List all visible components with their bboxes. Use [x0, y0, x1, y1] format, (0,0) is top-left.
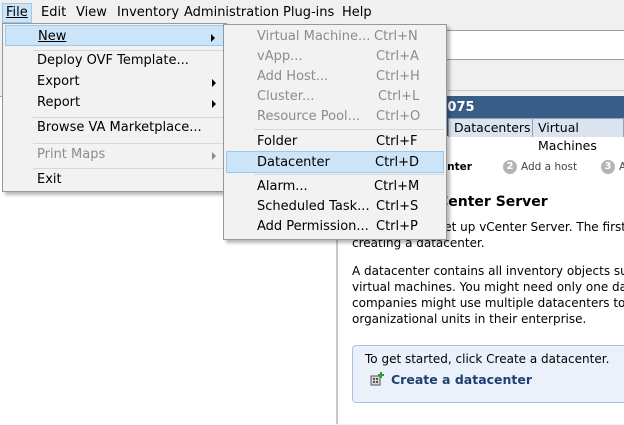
description-line-3: companies might use multiple datacenters…: [352, 296, 624, 310]
file-menu: New Deploy OVF Template... Export Report…: [2, 23, 227, 192]
menu-item-deploy-ovf[interactable]: Deploy OVF Template...: [5, 50, 224, 72]
description-line-2: virtual machines. You might need only on…: [352, 280, 624, 294]
menu-edit[interactable]: Edit: [38, 4, 69, 22]
get-started-text: To get started, click Create a datacente…: [365, 352, 610, 366]
menu-item-report[interactable]: Report: [5, 92, 224, 114]
menu-item-print-maps[interactable]: Print Maps: [5, 144, 224, 166]
create-datacenter-link[interactable]: Create a datacenter: [391, 372, 532, 387]
menu-help[interactable]: Help: [339, 4, 375, 22]
menu-bar: File Edit View Inventory Administration …: [0, 0, 624, 25]
step-3-number: 3: [601, 160, 615, 174]
datacenter-add-icon[interactable]: [370, 372, 384, 386]
menu-item-virtual-machine[interactable]: Virtual Machine... Ctrl+N: [226, 26, 444, 48]
menu-item-browse-va[interactable]: Browse VA Marketplace...: [5, 117, 224, 139]
menu-item-export[interactable]: Export: [5, 71, 224, 93]
menu-item-new[interactable]: New: [5, 25, 224, 46]
menu-item-vapp[interactable]: vApp... Ctrl+A: [226, 46, 444, 68]
menu-item-folder[interactable]: Folder Ctrl+F: [226, 131, 444, 153]
menu-item-scheduled-task[interactable]: Scheduled Task... Ctrl+S: [226, 196, 444, 218]
menu-administration[interactable]: Administration: [181, 4, 282, 22]
tab-virtual-machines[interactable]: Virtual Machines: [532, 118, 624, 153]
menu-item-add-host[interactable]: Add Host... Ctrl+H: [226, 66, 444, 88]
address-field[interactable]: [446, 30, 624, 60]
menu-item-resource-pool[interactable]: Resource Pool... Ctrl+O: [226, 106, 444, 128]
menu-file[interactable]: File: [2, 3, 32, 23]
section-title: Center Server: [438, 194, 548, 210]
new-submenu: Virtual Machine... Ctrl+N vApp... Ctrl+A A…: [223, 24, 447, 240]
menu-item-exit[interactable]: Exit: [5, 169, 224, 191]
description-line-1: A datacenter contains all inventory obje…: [352, 264, 624, 278]
menu-item-alarm[interactable]: Alarm... Ctrl+M: [226, 176, 444, 198]
step-2-label: Add a host: [521, 161, 578, 173]
menu-item-add-permission[interactable]: Add Permission... Ctrl+P: [226, 216, 444, 238]
menu-inventory[interactable]: Inventory: [114, 4, 182, 22]
menu-item-cluster[interactable]: Cluster... Ctrl+L: [226, 86, 444, 108]
menu-item-datacenter[interactable]: Datacenter Ctrl+D: [226, 151, 444, 173]
step-2-number: 2: [503, 160, 517, 174]
step-3-label: A: [619, 161, 624, 173]
intro-line-1: set up vCenter Server. The first: [438, 220, 624, 234]
description-line-4: organizational units in their enterprise…: [352, 312, 587, 326]
tab-datacenters[interactable]: Datacenters: [448, 118, 537, 137]
menu-view[interactable]: View: [73, 4, 110, 22]
tab-strip: [446, 62, 624, 91]
menu-plugins[interactable]: Plug-ins: [280, 4, 337, 22]
